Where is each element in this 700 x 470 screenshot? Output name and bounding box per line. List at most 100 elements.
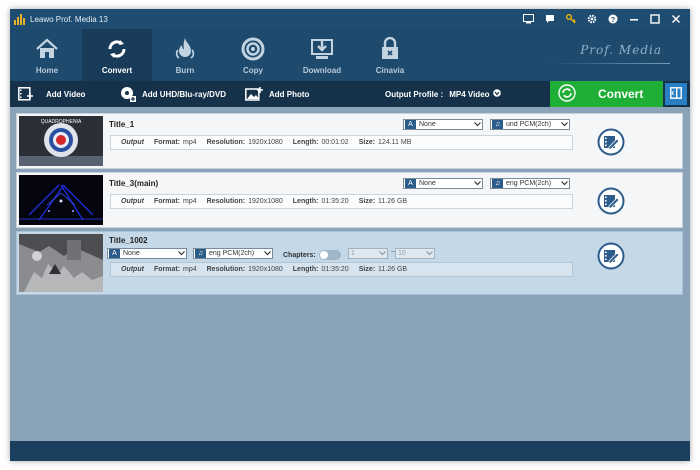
resolution-value: 1920x1080 — [248, 139, 283, 146]
title-bar: Leawo Prof. Media 13 ? — [10, 9, 690, 29]
nav-burn-label: Burn — [175, 66, 195, 75]
title-row[interactable]: QUADROPHENIA Title_1 A None ♫ und PCM(2c… — [16, 113, 683, 169]
resolution-label: Resolution: — [206, 139, 246, 146]
output-label: Output — [121, 266, 144, 273]
subtitle-select[interactable]: A None — [107, 248, 187, 259]
audio-value: eng PCM(2ch) — [209, 250, 255, 257]
subtitle-select[interactable]: A None — [403, 119, 483, 130]
settings-gear-icon[interactable] — [581, 9, 602, 29]
panel-toggle-icon — [670, 87, 682, 101]
subtitle-value: None — [419, 180, 436, 187]
nav-cinavia[interactable]: Cinavia — [355, 29, 425, 81]
help-icon[interactable]: ? — [602, 9, 623, 29]
nav-download[interactable]: Download — [287, 29, 357, 81]
format-value: mp4 — [183, 139, 197, 146]
window-title: Leawo Prof. Media 13 — [30, 14, 108, 24]
chapter-from-select[interactable]: 1 — [348, 248, 388, 259]
chapter-to-value: 10 — [398, 250, 406, 257]
length-label: Length: — [292, 266, 319, 273]
message-icon[interactable] — [539, 9, 560, 29]
output-profile-value: MP4 Video — [449, 89, 490, 99]
title-thumbnail: QUADROPHENIA — [19, 116, 103, 166]
audio-select[interactable]: ♫ eng PCM(2ch) — [193, 248, 273, 259]
title-thumbnail — [19, 234, 103, 292]
title-thumbnail — [19, 175, 103, 225]
size-value: 124.11 MB — [378, 139, 412, 146]
nav-burn[interactable]: Burn — [150, 29, 220, 81]
download-icon — [310, 36, 334, 62]
add-uhd-bluray-dvd-label: Add UHD/Blu-ray/DVD — [142, 89, 227, 99]
format-label: Format: — [153, 198, 180, 205]
main-navigation: Home Convert Burn Copy Download Cinavia … — [10, 29, 690, 81]
chevron-down-icon — [262, 251, 272, 256]
chevron-down-icon — [176, 251, 186, 256]
format-value: mp4 — [183, 266, 197, 273]
size-value: 11.26 GB — [378, 198, 408, 205]
audio-value: und PCM(2ch) — [506, 121, 552, 128]
app-window: Leawo Prof. Media 13 ? Home Convert Burn… — [10, 9, 690, 461]
output-info: Output Format: mp4 Resolution: 1920x1080… — [110, 135, 573, 150]
subtitle-icon: A — [405, 120, 416, 129]
chevron-down-icon — [472, 122, 482, 127]
flame-icon — [174, 36, 196, 62]
chapters-toggle[interactable] — [318, 250, 341, 260]
output-info: Output Format: mp4 Resolution: 1920x1080… — [110, 262, 573, 277]
key-icon[interactable] — [560, 9, 581, 29]
chevron-down-icon — [559, 122, 569, 127]
chevron-down-icon — [377, 251, 387, 256]
title-row-selected[interactable]: Title_1002 A None ♫ eng PCM(2ch) Chapter… — [16, 231, 683, 295]
nav-download-label: Download — [302, 66, 342, 75]
maximize-icon[interactable] — [644, 9, 665, 29]
app-logo-icon — [14, 13, 26, 25]
audio-value: eng PCM(2ch) — [506, 180, 552, 187]
nav-convert[interactable]: Convert — [82, 29, 152, 81]
edit-video-button[interactable] — [597, 242, 625, 270]
audio-select[interactable]: ♫ und PCM(2ch) — [490, 119, 570, 130]
screen-capture-icon[interactable] — [518, 9, 539, 29]
output-profile-label: Output Profile : — [385, 89, 444, 99]
film-edit-icon — [597, 128, 625, 156]
thumbnail-text: QUADROPHENIA — [41, 119, 82, 125]
length-label: Length: — [292, 198, 319, 205]
size-label: Size: — [358, 266, 376, 273]
format-value: mp4 — [183, 198, 197, 205]
length-value: 00:01:02 — [321, 139, 349, 146]
status-bar — [10, 441, 690, 461]
nav-cinavia-label: Cinavia — [375, 66, 405, 75]
minimize-icon[interactable] — [623, 9, 644, 29]
subtitle-select[interactable]: A None — [403, 178, 483, 189]
length-value: 01:35:20 — [321, 198, 349, 205]
chapter-from-value: 1 — [351, 250, 355, 257]
size-value: 11.26 GB — [378, 266, 408, 273]
resolution-label: Resolution: — [206, 266, 246, 273]
resolution-label: Resolution: — [206, 198, 246, 205]
nav-home[interactable]: Home — [12, 29, 82, 81]
resolution-value: 1920x1080 — [248, 198, 283, 205]
convert-refresh-icon — [558, 83, 576, 105]
size-label: Size: — [358, 198, 376, 205]
audio-select[interactable]: ♫ eng PCM(2ch) — [490, 178, 570, 189]
close-icon[interactable] — [665, 9, 686, 29]
nav-copy-label: Copy — [243, 66, 263, 75]
convert-button[interactable]: Convert — [550, 81, 663, 107]
brand-underline — [550, 63, 670, 64]
svg-text:?: ? — [610, 17, 614, 24]
add-video-button[interactable]: Add Video — [18, 81, 85, 107]
chevron-down-icon — [472, 181, 482, 186]
add-uhd-bluray-dvd-button[interactable]: Add UHD/Blu-ray/DVD — [120, 81, 226, 107]
nav-copy[interactable]: Copy — [218, 29, 288, 81]
output-profile-selector[interactable]: Output Profile : MP4 Video — [385, 81, 501, 107]
home-icon — [35, 36, 59, 62]
edit-video-button[interactable] — [597, 128, 625, 156]
brand-logo-text: Prof. Media — [580, 43, 662, 57]
chapters-label: Chapters: — [283, 251, 316, 259]
title-name: Title_3(main) — [109, 179, 159, 188]
add-photo-button[interactable]: Add Photo — [245, 81, 309, 107]
sidebar-toggle-button[interactable] — [665, 83, 687, 105]
title-list: QUADROPHENIA Title_1 A None ♫ und PCM(2c… — [10, 107, 690, 441]
chapter-to-select[interactable]: 10 — [395, 248, 435, 259]
title-row[interactable]: Title_3(main) A None ♫ eng PCM(2ch) Outp… — [16, 172, 683, 228]
edit-video-button[interactable] — [597, 187, 625, 215]
output-label: Output — [121, 139, 144, 146]
film-edit-icon — [597, 187, 625, 215]
